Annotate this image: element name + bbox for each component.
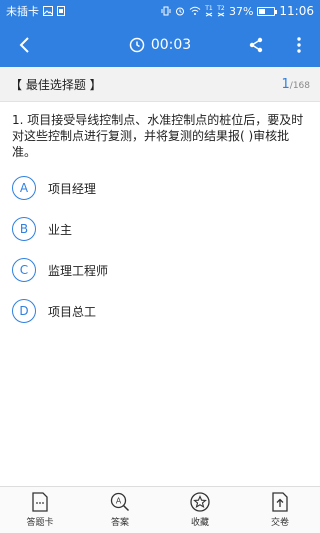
question-type-header: 【 最佳选择题 】 1 /168: [0, 67, 320, 102]
option-text: 项目经理: [48, 181, 97, 196]
tab-label: 收藏: [190, 518, 209, 528]
question-text: 1. 项目接受导线控制点、水准控制点的桩位后，要及时对这些控制点进行复测，并将复…: [12, 113, 304, 159]
clock-time: 11:06: [279, 4, 314, 18]
app-bar: 00:03: [0, 22, 320, 67]
bottom-toolbar: 答题卡 A 答案 收藏 交卷: [0, 486, 320, 533]
svg-text:A: A: [116, 497, 122, 506]
tab-label: 交卷: [270, 518, 289, 528]
back-arrow-icon: [19, 37, 29, 53]
option-c[interactable]: C 监理工程师: [12, 257, 292, 283]
answer-tab[interactable]: A 答案: [80, 487, 160, 533]
timer-value: 00:03: [150, 36, 192, 53]
option-text: 监理工程师: [48, 263, 109, 278]
tab-label: 答案: [110, 518, 129, 528]
battery-icon: [257, 6, 278, 16]
battery-percent: 37%: [228, 4, 254, 18]
question-type-label: 【 最佳选择题 】: [10, 77, 102, 92]
status-bar: 未插卡 T1 T2 37% 11:06: [0, 0, 320, 22]
favorite-tab[interactable]: 收藏: [160, 487, 240, 533]
star-icon: [190, 492, 210, 512]
exam-timer: 00:03: [0, 22, 320, 67]
more-vert-icon: [297, 37, 301, 53]
clock-icon: [129, 37, 145, 52]
sim-icon: [57, 6, 65, 16]
option-letter: B: [12, 217, 36, 241]
submit-tab[interactable]: 交卷: [240, 487, 320, 533]
alarm-icon: [175, 6, 185, 16]
option-a[interactable]: A 项目经理: [12, 175, 292, 201]
wifi-icon: [189, 6, 201, 16]
answer-card-tab[interactable]: 答题卡: [0, 487, 80, 533]
submit-icon: [272, 492, 288, 512]
image-icon: [43, 6, 53, 16]
share-icon: [249, 37, 263, 53]
current-question-number: 1: [281, 76, 290, 92]
share-button[interactable]: [241, 30, 271, 60]
option-b[interactable]: B 业主: [12, 216, 292, 242]
tab-label: 答题卡: [26, 518, 54, 528]
answer-card-icon: [32, 492, 48, 512]
option-text: 业主: [48, 222, 73, 237]
carrier-label: 未插卡: [6, 5, 39, 18]
back-button[interactable]: [10, 30, 40, 60]
question-counter: 1 /168: [282, 77, 311, 92]
answer-search-icon: A: [110, 492, 130, 512]
option-letter: D: [12, 299, 36, 323]
total-question-count: /168: [289, 80, 310, 91]
option-letter: A: [12, 176, 36, 200]
signal-2-icon: T2: [217, 5, 225, 17]
more-options-button[interactable]: [284, 30, 314, 60]
option-text: 项目总工: [48, 304, 97, 319]
signal-1-icon: T1: [205, 5, 213, 17]
vibrate-icon: [161, 6, 171, 16]
option-letter: C: [12, 258, 36, 282]
option-d[interactable]: D 项目总工: [12, 298, 292, 324]
